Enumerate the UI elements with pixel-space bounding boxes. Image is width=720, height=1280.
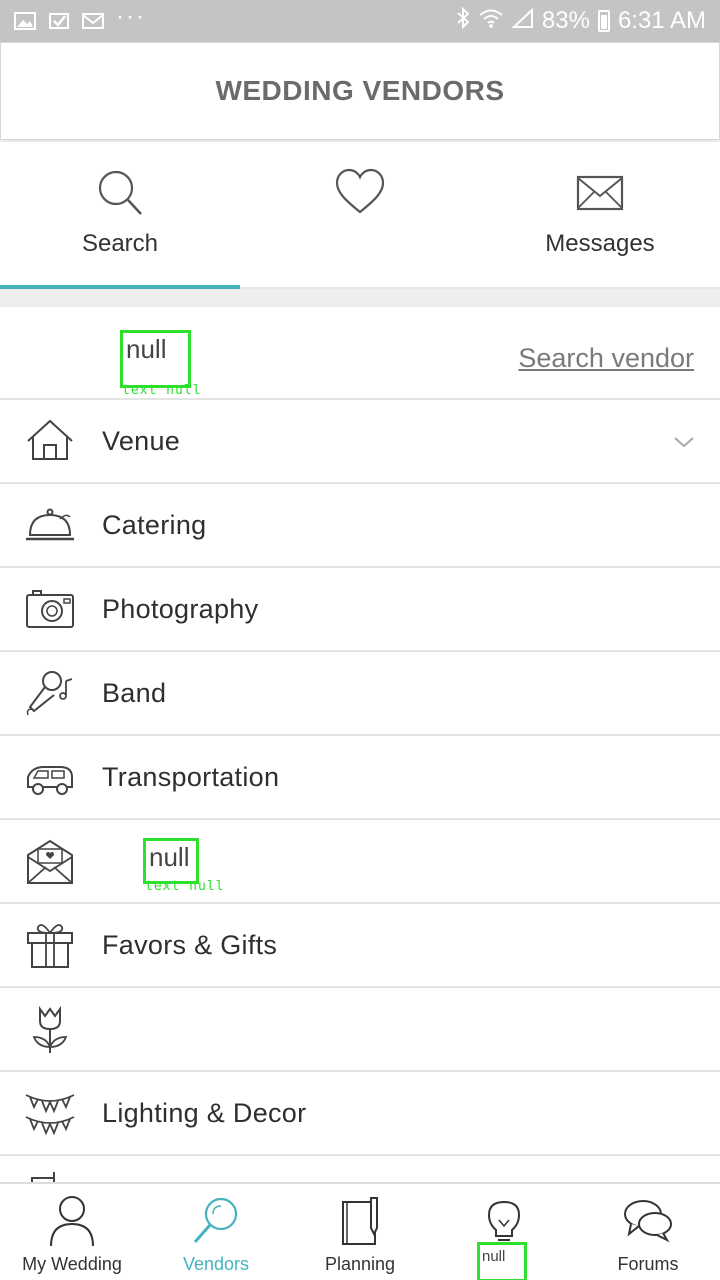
category-photography[interactable]: Photography xyxy=(0,568,720,652)
wifi-icon xyxy=(478,7,504,35)
bluetooth-icon xyxy=(456,6,470,36)
battery-percent: 83% xyxy=(541,7,590,34)
bunting-icon xyxy=(24,1087,76,1139)
search-icon xyxy=(93,166,147,220)
null-caption: text null xyxy=(145,879,225,894)
tulip-icon xyxy=(24,1003,76,1055)
category-label: Lighting & Decor xyxy=(102,1097,307,1128)
tab-bar: Search Messages xyxy=(0,142,720,289)
category-favors-gifts[interactable]: Favors & Gifts xyxy=(0,904,720,988)
nav-label: Planning xyxy=(324,1254,396,1274)
category-label: Transportation xyxy=(102,761,280,792)
category-label: Favors & Gifts xyxy=(102,929,278,960)
clock: 6:31 AM xyxy=(617,7,706,34)
category-lighting-decor[interactable]: Lighting & Decor xyxy=(0,1072,720,1156)
nav-label: Forums xyxy=(617,1254,679,1274)
envelope-icon xyxy=(573,166,627,220)
lightbulb-icon xyxy=(477,1194,531,1248)
heart-icon xyxy=(333,166,387,220)
car-icon xyxy=(24,751,76,803)
app-header: WEDDING VENDORS xyxy=(0,42,720,140)
invitation-icon xyxy=(24,835,76,887)
signal-icon xyxy=(511,7,534,35)
category-label: Catering xyxy=(102,509,207,540)
tab-search[interactable]: Search xyxy=(0,142,240,289)
gmail-icon xyxy=(82,12,104,30)
check-icon xyxy=(48,12,70,30)
null-text-box: null xyxy=(477,1242,527,1280)
category-label: Band xyxy=(102,677,167,708)
tab-messages[interactable]: Messages xyxy=(480,142,720,287)
status-bar: ··· 83% 6:31 AM xyxy=(0,0,720,42)
tab-label: Search xyxy=(81,230,159,257)
category-label: Venue xyxy=(102,425,181,456)
category-list: Venue Catering Photography Band Transpor… xyxy=(0,400,720,1186)
nav-my-wedding[interactable]: My Wedding xyxy=(0,1184,144,1280)
null-text-box: null xyxy=(143,838,199,884)
cloche-icon xyxy=(24,499,76,551)
nav-label: Vendors xyxy=(182,1254,250,1274)
category-transportation[interactable]: Transportation xyxy=(0,736,720,820)
search-vendor-link[interactable]: Search vendor xyxy=(518,343,694,374)
nav-label: My Wedding xyxy=(22,1254,122,1274)
house-icon xyxy=(24,415,76,467)
magnifier-icon xyxy=(189,1194,243,1248)
section-divider xyxy=(0,289,720,307)
gift-icon xyxy=(24,919,76,971)
nav-vendors[interactable]: Vendors xyxy=(144,1184,288,1280)
null-text-box: null xyxy=(120,330,191,388)
camera-icon xyxy=(24,583,76,635)
image-icon xyxy=(14,12,36,30)
nav-ideas[interactable]: null xyxy=(432,1184,576,1280)
search-row: null text null Search vendor xyxy=(0,307,720,400)
battery-icon xyxy=(597,10,610,32)
nav-planning[interactable]: Planning xyxy=(288,1184,432,1280)
tab-label: Messages xyxy=(545,230,655,257)
null-caption: text null xyxy=(122,383,202,398)
page-title: WEDDING VENDORS xyxy=(215,75,505,106)
category-label: Photography xyxy=(102,593,259,624)
more-dots-icon: ··· xyxy=(116,3,146,30)
chat-bubbles-icon xyxy=(621,1194,675,1248)
chevron-down-icon[interactable] xyxy=(672,430,696,454)
nav-forums[interactable]: Forums xyxy=(576,1184,720,1280)
category-venue[interactable]: Venue xyxy=(0,400,720,484)
category-invitations[interactable]: null text null xyxy=(0,820,720,904)
tab-favorites[interactable] xyxy=(240,142,480,287)
category-band[interactable]: Band xyxy=(0,652,720,736)
microphone-icon xyxy=(24,667,76,719)
bottom-nav: My Wedding Vendors Planning null Forums xyxy=(0,1182,720,1280)
person-icon xyxy=(45,1194,99,1248)
category-catering[interactable]: Catering xyxy=(0,484,720,568)
notebook-icon xyxy=(333,1194,387,1248)
category-flowers[interactable] xyxy=(0,988,720,1072)
